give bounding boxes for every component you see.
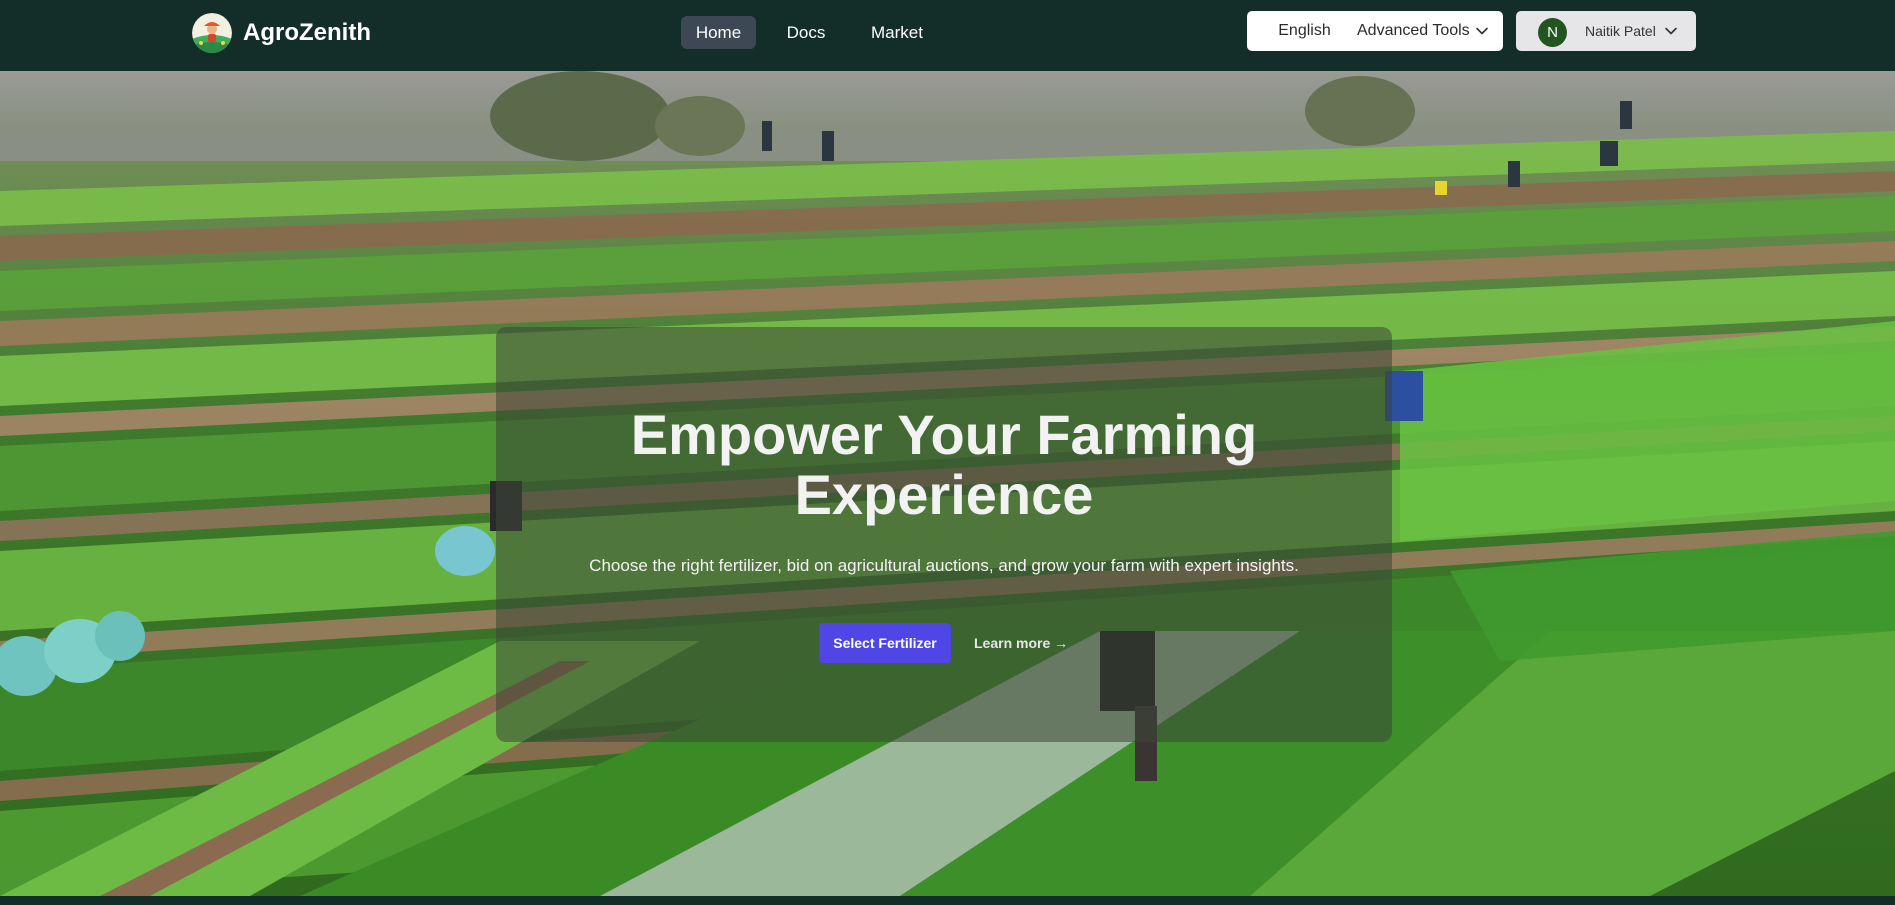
hero-section: Empower Your Farming Experience Choose t… — [0, 71, 1895, 896]
chevron-down-icon — [1476, 27, 1488, 35]
hero-title-line-1: Empower Your Farming — [630, 403, 1258, 466]
farmer-logo-icon[interactable] — [192, 13, 232, 53]
learn-more-link[interactable]: Learn more → — [974, 635, 1068, 651]
advanced-tools-dropdown[interactable]: Advanced Tools — [1341, 11, 1503, 51]
advanced-tools-label: Advanced Tools — [1357, 22, 1470, 39]
user-menu-button[interactable]: N Naitik Patel — [1516, 11, 1696, 51]
nav-market-link[interactable]: Market — [862, 16, 932, 49]
brand-name[interactable]: AgroZenith — [243, 18, 371, 48]
hero-title-line-2: Experience — [794, 463, 1094, 526]
hero-subtitle: Choose the right fertilizer, bid on agri… — [589, 556, 1299, 575]
hero-title: Empower Your Farming Experience — [496, 405, 1392, 525]
nav-docs-link[interactable]: Docs — [776, 16, 836, 49]
user-name: Naitik Patel — [1585, 23, 1656, 39]
select-fertilizer-button[interactable]: Select Fertilizer — [819, 623, 951, 663]
top-navbar: AgroZenith Home Docs Market English Adva… — [0, 0, 1895, 71]
avatar: N — [1538, 18, 1567, 47]
page-bottom-strip — [0, 896, 1895, 905]
nav-home-link[interactable]: Home — [681, 16, 756, 49]
chevron-down-icon — [1665, 27, 1677, 35]
hero-card: Empower Your Farming Experience Choose t… — [496, 327, 1392, 742]
